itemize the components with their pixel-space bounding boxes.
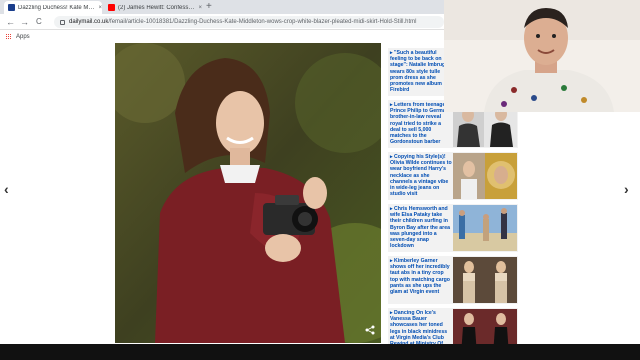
story-card[interactable]: ▸ Chris Hemsworth and wife Elsa Pataky t… [388,204,518,252]
close-tab-icon[interactable]: × [98,5,102,11]
taskbar [0,344,640,360]
new-tab-button[interactable]: + [206,1,212,13]
webcam-overlay [444,0,640,112]
story-headline[interactable]: ▸ Kimberley Garner shows off her incredi… [390,258,452,295]
story-headline[interactable]: ▸ Copying his Style(s)! Olivia Wilde con… [390,154,452,197]
apps-grid-icon [6,34,12,40]
reload-button[interactable]: C [36,16,42,28]
photo-illustration [115,43,381,343]
story-headline[interactable]: ▸ Dancing On Ice's Vanessa Bauer showcas… [390,310,452,346]
close-tab-icon[interactable]: × [198,5,202,11]
tab-title: (2) James Hewitt: Confessions of [118,4,195,11]
story-card[interactable]: ▸ Dancing On Ice's Vanessa Bauer showcas… [388,308,518,346]
youtube-favicon-icon [108,4,115,11]
back-button[interactable]: ← [6,16,15,28]
bookmark-apps[interactable]: Apps [16,34,30,40]
lock-icon [60,19,65,25]
previous-image-button[interactable]: ‹ [4,181,9,197]
story-card[interactable]: ▸ Kimberley Garner shows off her incredi… [388,256,518,304]
tab-title: Dazzling Duchess! Kate Middleton [18,4,96,11]
webcam-video [444,0,640,112]
tab-youtube[interactable]: (2) James Hewitt: Confessions of × [104,1,202,14]
story-card[interactable]: ▸ Copying his Style(s)! Olivia Wilde con… [388,152,518,200]
story-headline[interactable]: ▸ "Such a beautiful feeling to be back o… [390,50,452,93]
story-thumbnail[interactable] [453,309,517,346]
forward-button[interactable]: → [20,16,29,28]
article-photo[interactable] [115,43,381,343]
story-headline[interactable]: ▸ Letters from teenage Prince Philip to … [390,102,452,145]
daily-mail-favicon-icon [8,4,15,11]
story-thumbnail[interactable] [453,153,517,199]
tab-daily-mail[interactable]: Dazzling Duchess! Kate Middleton × [4,1,102,14]
story-headline[interactable]: ▸ Chris Hemsworth and wife Elsa Pataky t… [390,206,452,249]
story-thumbnail[interactable] [453,205,517,251]
url-domain: dailymail.co.uk [69,19,109,25]
url-path: /femail/article-10018381/Dazzling-Duches… [108,19,417,25]
address-bar[interactable]: dailymail.co.uk/femail/article-10018381/… [54,16,444,28]
next-image-button[interactable]: › [624,181,629,197]
story-thumbnail[interactable] [453,257,517,303]
share-icon[interactable] [365,325,375,335]
